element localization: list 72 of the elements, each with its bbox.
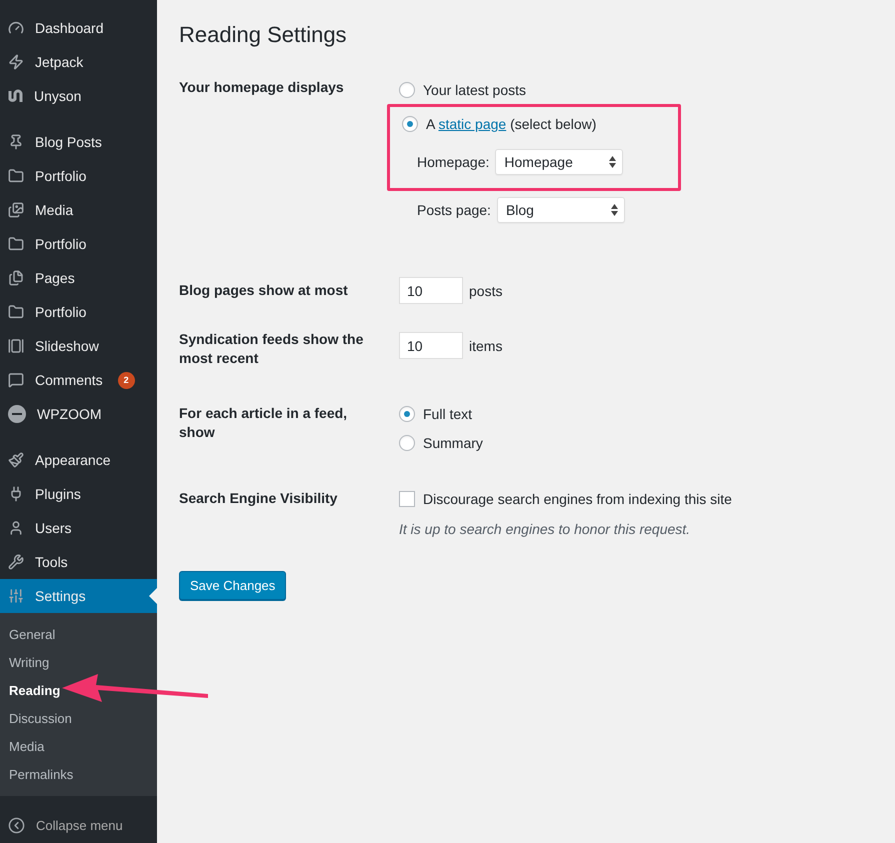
option-label: Full text [423,406,472,422]
sidebar-item[interactable]: Appearance [0,443,157,477]
field-label: Search Engine Visibility [179,489,338,508]
radio-button[interactable] [399,406,415,422]
folder-icon [8,168,24,184]
sidebar-item[interactable]: Blog Posts [0,125,157,159]
sliders-icon [8,588,24,604]
sidebar-item[interactable]: Settings [0,579,157,613]
submenu-item[interactable]: Discussion [0,704,157,732]
sidebar-item[interactable]: Portfolio [0,159,157,193]
slideshow-icon [8,338,24,354]
field-label: Syndication feeds show the most recent [179,330,364,368]
field-label: Blog pages show at most [179,281,349,300]
submenu-item[interactable]: Reading [0,676,157,704]
select-label: Posts page: [417,202,491,218]
posts-page-select[interactable]: Blog [496,197,625,223]
folder-icon [8,236,24,252]
folder-icon [8,304,24,320]
sidebar-item[interactable]: Tools [0,545,157,579]
speech-bubble-icon [8,372,24,388]
sidebar-item[interactable]: Jetpack [0,45,157,79]
option-label: Summary [423,434,483,450]
sidebar-item[interactable]: Portfolio [0,295,157,329]
select-arrows-icon [610,204,618,216]
hint-text: It is up to search engines to honor this request. [399,521,692,537]
checkbox[interactable] [399,490,415,506]
images-icon [8,202,24,218]
field-label: Your homepage displays [179,78,345,97]
sidebar-item[interactable]: Pages [0,261,157,295]
sidebar-item[interactable]: Media [0,193,157,227]
u-shape-icon [8,88,23,104]
homepage-select[interactable]: Homepage [495,149,624,175]
wpz-circle-icon [8,405,26,423]
static-page-link[interactable]: static page [438,116,506,132]
current-item-notch [149,588,157,604]
option-label: A static page (select below) [426,116,596,132]
submenu-item[interactable]: Writing [0,648,157,676]
unit-label: posts [469,282,502,298]
lightning-icon [8,54,24,70]
collapse-icon [8,816,25,834]
sidebar-item[interactable]: Comments 2 [0,363,157,397]
submenu-item[interactable]: General [0,620,157,648]
gauge-icon [8,20,24,36]
person-icon [8,520,24,536]
submenu-item[interactable]: Media [0,732,157,760]
count-badge: 2 [118,372,135,388]
sidebar-item[interactable]: WPZOOM [0,397,157,431]
pages-icon [8,270,24,286]
sidebar-item[interactable]: Unyson [0,79,157,113]
paintbrush-icon [8,452,24,468]
select-arrows-icon [609,156,616,168]
sidebar-item[interactable]: Users [0,511,157,545]
wrench-icon [8,554,24,570]
radio-button[interactable] [402,116,418,132]
sidebar-item[interactable]: Portfolio [0,227,157,261]
radio-button[interactable] [399,82,415,98]
pin-icon [8,134,24,150]
checkbox-label: Discourage search engines from indexing this site [423,490,732,506]
radio-button[interactable] [399,434,415,450]
page-title: Reading Settings [179,21,348,49]
sidebar-item[interactable]: Slideshow [0,329,157,363]
collapse-menu-button[interactable]: Collapse menu [0,808,157,842]
sidebar-item[interactable]: Dashboard [0,11,157,45]
submenu-item[interactable]: Permalinks [0,760,157,788]
save-button[interactable]: Save Changes [179,571,286,600]
option-label: Your latest posts [423,82,526,98]
select-label: Homepage: [417,154,490,170]
sidebar-item[interactable]: Plugins [0,477,157,511]
number-field[interactable]: 10 [399,332,463,359]
field-label: For each article in a feed, show [179,404,348,442]
unit-label: items [469,338,502,354]
number-field[interactable]: 10 [399,277,463,304]
